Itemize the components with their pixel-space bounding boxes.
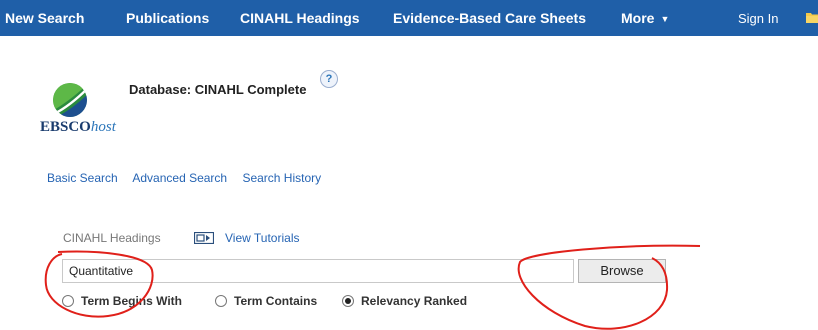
browse-button[interactable]: Browse <box>578 259 666 283</box>
basic-search-link[interactable]: Basic Search <box>47 171 118 185</box>
radio-label: Relevancy Ranked <box>361 294 468 308</box>
advanced-search-link[interactable]: Advanced Search <box>132 171 227 185</box>
top-nav-bar: New Search Publications CINAHL Headings … <box>0 0 818 36</box>
nav-cinahl-headings[interactable]: CINAHL Headings <box>240 10 360 26</box>
radio-dot[interactable] <box>215 295 227 307</box>
radio-term-contains[interactable]: Term Contains <box>215 294 317 308</box>
help-icon[interactable]: ? <box>320 70 338 88</box>
logo-wordmark: EBSCOhost <box>40 119 116 136</box>
caret-down-icon: ▼ <box>660 14 670 24</box>
radio-term-begins-with[interactable]: Term Begins With <box>62 294 182 308</box>
cinahl-headings-label: CINAHL Headings <box>63 231 161 245</box>
nav-more[interactable]: More ▼ <box>621 10 669 26</box>
database-label: Database: CINAHL Complete <box>129 82 307 97</box>
radio-relevancy-ranked[interactable]: Relevancy Ranked <box>342 294 467 308</box>
search-type-links: Basic Search Advanced Search Search Hist… <box>47 171 333 185</box>
ebscohost-logo[interactable]: EBSCOhost <box>40 82 130 152</box>
video-tutorial-icon[interactable] <box>194 232 214 244</box>
logo-brand: EBSCO <box>40 119 91 135</box>
radio-dot-selected[interactable] <box>342 295 354 307</box>
logo-brand-suffix: host <box>90 119 116 135</box>
radio-label: Term Begins With <box>81 294 183 308</box>
nav-publications[interactable]: Publications <box>126 10 209 26</box>
search-history-link[interactable]: Search History <box>242 171 321 185</box>
sign-in-link[interactable]: Sign In <box>738 11 778 26</box>
radio-label: Term Contains <box>234 294 318 308</box>
folder-icon[interactable] <box>806 11 818 23</box>
nav-evidence-based-care-sheets[interactable]: Evidence-Based Care Sheets <box>393 10 586 26</box>
radio-dot[interactable] <box>62 295 74 307</box>
ebsco-leaf-icon <box>53 83 87 117</box>
search-input[interactable] <box>62 259 574 283</box>
nav-more-label: More <box>621 10 655 26</box>
nav-new-search[interactable]: New Search <box>5 10 84 26</box>
view-tutorials-link[interactable]: View Tutorials <box>225 231 299 245</box>
